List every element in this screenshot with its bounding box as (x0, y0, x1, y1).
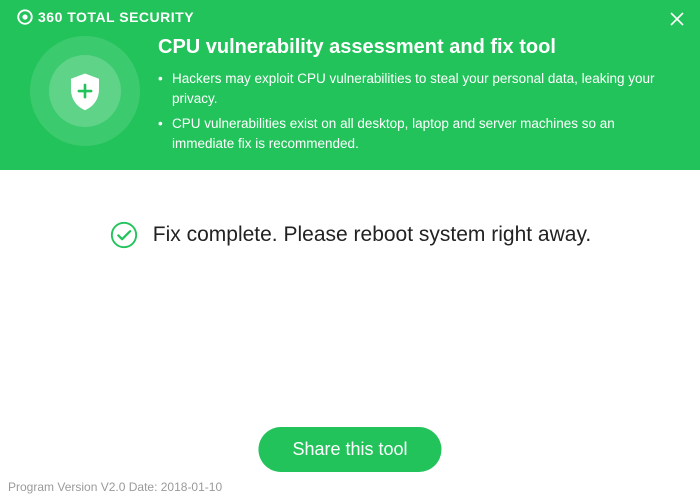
brand-row: 360 TOTAL SECURITY (16, 8, 684, 26)
shield-plus-icon (64, 70, 106, 112)
share-button[interactable]: Share this tool (258, 427, 441, 472)
header-bullet: CPU vulnerabilities exist on all desktop… (158, 114, 664, 153)
main-area: Fix complete. Please reboot system right… (0, 170, 700, 250)
check-circle-icon (109, 220, 139, 250)
header-text-block: CPU vulnerability assessment and fix too… (158, 34, 684, 159)
brand-text: 360 TOTAL SECURITY (38, 9, 194, 25)
close-button[interactable] (666, 8, 688, 30)
status-message: Fix complete. Please reboot system right… (153, 223, 591, 247)
header-title: CPU vulnerability assessment and fix too… (158, 36, 664, 59)
status-row: Fix complete. Please reboot system right… (109, 220, 591, 250)
shield-badge (30, 36, 140, 146)
header-bullet: Hackers may exploit CPU vulnerabilities … (158, 69, 664, 108)
header-banner: 360 TOTAL SECURITY CPU vulnerability ass… (0, 0, 700, 170)
shield-badge-inner (49, 55, 121, 127)
header-content: CPU vulnerability assessment and fix too… (16, 34, 684, 159)
close-icon (669, 11, 685, 27)
brand-logo-icon (16, 8, 34, 26)
version-label: Program Version V2.0 Date: 2018-01-10 (8, 480, 222, 494)
header-bullet-list: Hackers may exploit CPU vulnerabilities … (158, 69, 664, 153)
